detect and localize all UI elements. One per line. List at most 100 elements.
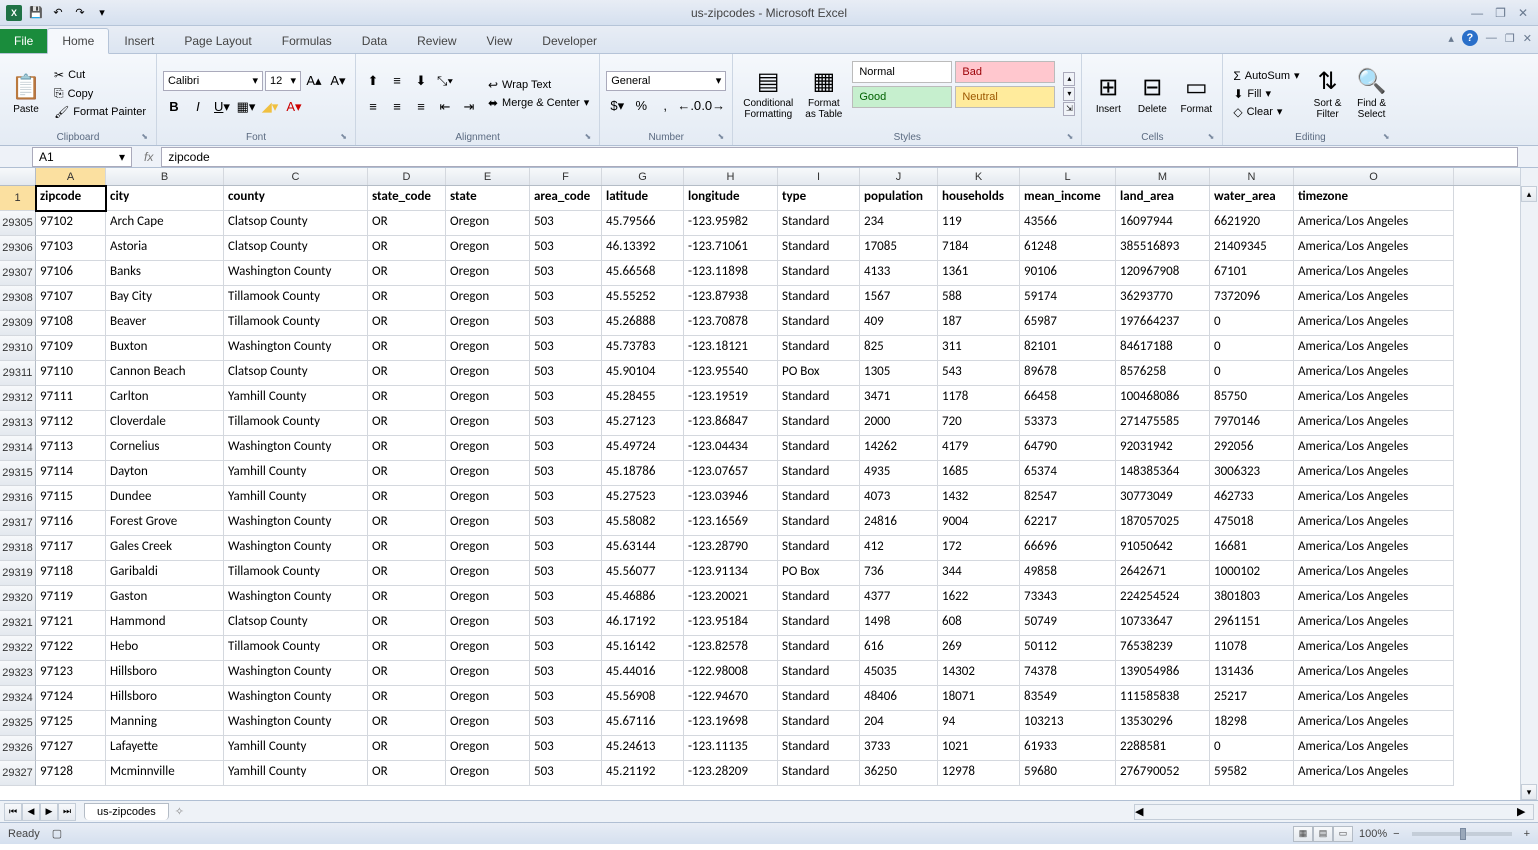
data-cell[interactable]: 97112 bbox=[36, 411, 106, 436]
align-left-button[interactable]: ≡ bbox=[362, 96, 384, 118]
align-middle-button[interactable]: ≡ bbox=[386, 70, 408, 92]
data-cell[interactable]: -123.95982 bbox=[684, 211, 778, 236]
data-cell[interactable]: -123.07657 bbox=[684, 461, 778, 486]
data-cell[interactable]: Oregon bbox=[446, 586, 530, 611]
new-sheet-icon[interactable]: ✧ bbox=[175, 805, 184, 818]
data-cell[interactable]: 48406 bbox=[860, 686, 938, 711]
data-cell[interactable]: Washington County bbox=[224, 686, 368, 711]
data-cell[interactable]: America/Los Angeles bbox=[1294, 736, 1454, 761]
data-cell[interactable]: Tillamook County bbox=[224, 561, 368, 586]
data-cell[interactable]: Standard bbox=[778, 611, 860, 636]
format-as-table-button[interactable]: ▦Format as Table bbox=[801, 57, 846, 130]
font-size-select[interactable]: 12▾ bbox=[265, 71, 301, 91]
data-cell[interactable]: 503 bbox=[530, 261, 602, 286]
gallery-up-icon[interactable]: ▴ bbox=[1063, 72, 1075, 86]
data-cell[interactable]: America/Los Angeles bbox=[1294, 461, 1454, 486]
bold-button[interactable]: B bbox=[163, 96, 185, 118]
data-cell[interactable]: Clatsop County bbox=[224, 211, 368, 236]
header-cell[interactable]: timezone bbox=[1294, 186, 1454, 211]
select-all-corner[interactable] bbox=[0, 168, 36, 186]
data-cell[interactable]: 82547 bbox=[1020, 486, 1116, 511]
data-cell[interactable]: Oregon bbox=[446, 661, 530, 686]
style-normal[interactable]: Normal bbox=[852, 61, 952, 83]
data-cell[interactable]: Oregon bbox=[446, 236, 530, 261]
data-cell[interactable]: 9004 bbox=[938, 511, 1020, 536]
data-cell[interactable]: Bay City bbox=[106, 286, 224, 311]
header-cell[interactable]: mean_income bbox=[1020, 186, 1116, 211]
data-cell[interactable]: 90106 bbox=[1020, 261, 1116, 286]
data-cell[interactable]: 616 bbox=[860, 636, 938, 661]
row-header[interactable]: 29314 bbox=[0, 436, 36, 461]
data-cell[interactable]: 18071 bbox=[938, 686, 1020, 711]
data-cell[interactable]: Standard bbox=[778, 336, 860, 361]
data-cell[interactable]: 503 bbox=[530, 661, 602, 686]
data-cell[interactable]: Tillamook County bbox=[224, 636, 368, 661]
data-cell[interactable]: 271475585 bbox=[1116, 411, 1210, 436]
data-cell[interactable]: Hillsboro bbox=[106, 686, 224, 711]
data-cell[interactable]: 62217 bbox=[1020, 511, 1116, 536]
data-cell[interactable]: Standard bbox=[778, 436, 860, 461]
increase-font-button[interactable]: A▴ bbox=[303, 70, 325, 92]
data-cell[interactable]: 45.27123 bbox=[602, 411, 684, 436]
data-cell[interactable]: Oregon bbox=[446, 461, 530, 486]
data-cell[interactable]: OR bbox=[368, 611, 446, 636]
data-cell[interactable]: 0 bbox=[1210, 311, 1294, 336]
data-cell[interactable]: -123.82578 bbox=[684, 636, 778, 661]
data-cell[interactable]: 45.26888 bbox=[602, 311, 684, 336]
data-cell[interactable]: -123.20021 bbox=[684, 586, 778, 611]
data-cell[interactable]: Standard bbox=[778, 736, 860, 761]
header-cell[interactable]: state bbox=[446, 186, 530, 211]
header-cell[interactable]: area_code bbox=[530, 186, 602, 211]
data-cell[interactable]: 76538239 bbox=[1116, 636, 1210, 661]
style-good[interactable]: Good bbox=[852, 86, 952, 108]
data-cell[interactable]: OR bbox=[368, 361, 446, 386]
data-cell[interactable]: Hammond bbox=[106, 611, 224, 636]
data-cell[interactable]: 120967908 bbox=[1116, 261, 1210, 286]
data-cell[interactable]: 16097944 bbox=[1116, 211, 1210, 236]
data-cell[interactable]: Oregon bbox=[446, 411, 530, 436]
data-cell[interactable]: OR bbox=[368, 661, 446, 686]
data-cell[interactable]: 45.56908 bbox=[602, 686, 684, 711]
data-cell[interactable]: Tillamook County bbox=[224, 411, 368, 436]
data-cell[interactable]: 503 bbox=[530, 486, 602, 511]
data-cell[interactable]: 462733 bbox=[1210, 486, 1294, 511]
scroll-left-icon[interactable]: ◀ bbox=[1135, 805, 1151, 819]
data-cell[interactable]: 503 bbox=[530, 711, 602, 736]
data-cell[interactable]: 409 bbox=[860, 311, 938, 336]
data-cell[interactable]: -123.19519 bbox=[684, 386, 778, 411]
data-cell[interactable]: 276790052 bbox=[1116, 761, 1210, 786]
gallery-more-icon[interactable]: ⇲ bbox=[1063, 102, 1075, 116]
data-cell[interactable]: Oregon bbox=[446, 511, 530, 536]
data-cell[interactable]: 503 bbox=[530, 336, 602, 361]
data-cell[interactable]: Oregon bbox=[446, 311, 530, 336]
data-cell[interactable]: 1021 bbox=[938, 736, 1020, 761]
data-cell[interactable]: 97115 bbox=[36, 486, 106, 511]
data-cell[interactable]: 187057025 bbox=[1116, 511, 1210, 536]
increase-decimal-button[interactable]: ←.0 bbox=[678, 95, 700, 117]
data-cell[interactable]: America/Los Angeles bbox=[1294, 661, 1454, 686]
data-cell[interactable]: 503 bbox=[530, 211, 602, 236]
data-cell[interactable]: Washington County bbox=[224, 661, 368, 686]
col-header-A[interactable]: A bbox=[36, 168, 106, 185]
data-cell[interactable]: 503 bbox=[530, 511, 602, 536]
sheet-tab-active[interactable]: us-zipcodes bbox=[84, 803, 169, 820]
cut-button[interactable]: ✂Cut bbox=[50, 67, 150, 83]
data-cell[interactable]: 14262 bbox=[860, 436, 938, 461]
data-cell[interactable]: 2642671 bbox=[1116, 561, 1210, 586]
conditional-formatting-button[interactable]: ▤Conditional Formatting bbox=[739, 57, 797, 130]
tab-data[interactable]: Data bbox=[347, 28, 402, 53]
data-cell[interactable]: 503 bbox=[530, 686, 602, 711]
data-cell[interactable]: OR bbox=[368, 461, 446, 486]
data-cell[interactable]: -123.03946 bbox=[684, 486, 778, 511]
header-cell[interactable]: county bbox=[224, 186, 368, 211]
zoom-level[interactable]: 100% bbox=[1359, 828, 1387, 840]
col-header-M[interactable]: M bbox=[1116, 168, 1210, 185]
data-cell[interactable]: 97108 bbox=[36, 311, 106, 336]
data-cell[interactable]: 46.17192 bbox=[602, 611, 684, 636]
col-header-G[interactable]: G bbox=[602, 168, 684, 185]
data-cell[interactable]: 97125 bbox=[36, 711, 106, 736]
data-cell[interactable]: 97114 bbox=[36, 461, 106, 486]
row-header[interactable]: 29321 bbox=[0, 611, 36, 636]
data-cell[interactable]: 1498 bbox=[860, 611, 938, 636]
data-cell[interactable]: Oregon bbox=[446, 636, 530, 661]
